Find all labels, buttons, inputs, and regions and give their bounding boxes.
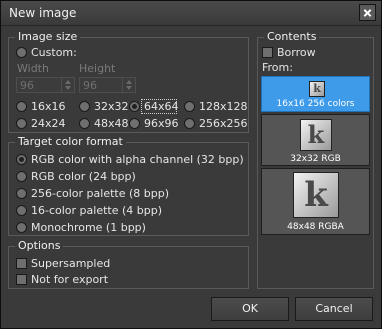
height-down-arrow-icon[interactable] <box>126 86 132 90</box>
custom-size-label: Custom: <box>31 46 77 59</box>
from-label: From: <box>262 61 293 74</box>
not-for-export-checkbox[interactable] <box>16 274 27 285</box>
width-up-arrow-icon[interactable] <box>65 80 71 84</box>
color-format-title: Target color format <box>15 135 126 149</box>
borrow-checkbox[interactable] <box>262 47 273 58</box>
cancel-button[interactable]: Cancel <box>295 297 373 321</box>
color-format-group: Target color format RGB color with alpha… <box>8 135 249 236</box>
borrow-label: Borrow <box>277 46 316 59</box>
preview-48x48[interactable]: k 48x48 RGBA <box>261 168 370 235</box>
supersampled-checkbox[interactable] <box>16 258 27 269</box>
format-palette4-label: 16-color palette (4 bpp) <box>31 204 163 217</box>
height-up-arrow-icon[interactable] <box>126 80 132 84</box>
close-icon[interactable] <box>359 4 376 21</box>
format-rgba32-radio[interactable] <box>16 154 27 165</box>
format-palette8-radio[interactable] <box>16 188 27 199</box>
format-rgb24-radio[interactable] <box>16 171 27 182</box>
format-mono-radio[interactable] <box>16 222 27 233</box>
k-app-icon: k <box>293 172 339 218</box>
size-48x48-label: 48x48 <box>94 117 129 130</box>
size-32x32-label: 32x32 <box>94 100 129 113</box>
preview-32x32-label: 32x32 RGB <box>290 154 341 164</box>
preview-16x16[interactable]: k 16x16 256 colors <box>261 76 370 112</box>
title-bar[interactable]: New image <box>1 1 381 26</box>
custom-size-radio[interactable] <box>16 47 27 58</box>
size-16x16-label: 16x16 <box>31 100 66 113</box>
width-down-arrow-icon[interactable] <box>65 86 71 90</box>
supersampled-label: Supersampled <box>31 257 111 270</box>
height-label: Height <box>79 62 116 75</box>
height-value: 96 <box>83 79 97 92</box>
width-label: Width <box>17 62 49 75</box>
size-96x96-radio[interactable] <box>129 118 140 129</box>
size-64x64-label: 64x64 <box>144 100 179 113</box>
size-16x16-radio[interactable] <box>16 101 27 112</box>
format-rgba32-label: RGB color with alpha channel (32 bpp) <box>31 153 244 166</box>
ok-button[interactable]: OK <box>211 297 289 321</box>
size-32x32-radio[interactable] <box>79 101 90 112</box>
height-spinner[interactable]: 96 <box>79 77 136 93</box>
contents-group: Contents Borrow From: k 16x16 256 colors… <box>257 30 374 289</box>
not-for-export-label: Not for export <box>31 273 109 286</box>
size-24x24-radio[interactable] <box>16 118 27 129</box>
size-256x256-radio[interactable] <box>184 118 195 129</box>
preview-32x32[interactable]: k 32x32 RGB <box>261 114 370 166</box>
format-palette8-label: 256-color palette (8 bpp) <box>31 187 170 200</box>
format-palette4-radio[interactable] <box>16 205 27 216</box>
new-image-dialog: New image Image size Custom: Width Heigh… <box>0 0 382 329</box>
preview-48x48-label: 48x48 RGBA <box>287 222 344 232</box>
options-title: Options <box>15 239 64 253</box>
k-app-icon: k <box>309 81 325 97</box>
contents-title: Contents <box>264 30 320 44</box>
image-size-title: Image size <box>15 30 81 44</box>
k-app-icon: k <box>300 119 332 151</box>
options-group: Options Supersampled Not for export <box>8 239 249 289</box>
size-256x256-label: 256x256 <box>199 117 248 130</box>
size-128x128-label: 128x128 <box>199 100 248 113</box>
window-title: New image <box>9 6 77 20</box>
width-spinner[interactable]: 96 <box>16 77 75 93</box>
format-mono-label: Monochrome (1 bpp) <box>31 221 146 234</box>
width-value: 96 <box>20 79 34 92</box>
size-128x128-radio[interactable] <box>184 101 195 112</box>
image-size-group: Image size Custom: Width Height 96 96 16… <box>8 30 249 133</box>
size-64x64-radio[interactable] <box>129 101 140 112</box>
size-24x24-label: 24x24 <box>31 117 66 130</box>
size-48x48-radio[interactable] <box>79 118 90 129</box>
preview-16x16-label: 16x16 256 colors <box>276 99 355 109</box>
format-rgb24-label: RGB color (24 bpp) <box>31 170 136 183</box>
size-96x96-label: 96x96 <box>144 117 179 130</box>
